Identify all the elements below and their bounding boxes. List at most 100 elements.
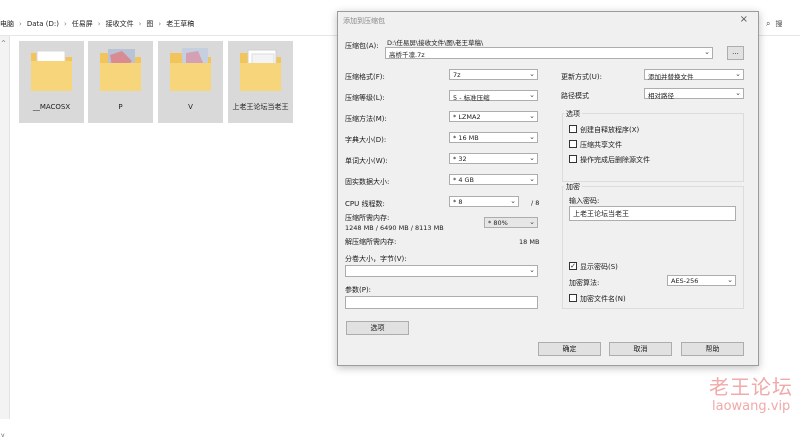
params-input[interactable] <box>345 296 538 309</box>
folder-item[interactable]: P <box>88 41 153 123</box>
chevron-down-icon[interactable]: ⌄ <box>529 154 535 162</box>
word-label: 单词大小(W): <box>345 157 388 165</box>
dict-select[interactable]: * 16 MB ⌄ <box>449 132 538 143</box>
chevron-down-icon[interactable]: ⌄ <box>529 91 535 99</box>
search-icon: ⌕ <box>766 19 771 28</box>
level-value: 5 - 标准压缩 <box>453 94 490 102</box>
cpu-max: / 8 <box>531 199 540 207</box>
solid-value: * 4 GB <box>453 176 475 184</box>
chevron-down-icon[interactable]: ⌄ <box>735 89 741 97</box>
chevron-down-icon[interactable]: ⌄ <box>727 276 733 284</box>
word-value: * 32 <box>453 155 467 163</box>
update-mode-select[interactable]: 添加并替换文件 ⌄ <box>644 69 744 81</box>
search-box[interactable]: ⌕ 搜 <box>766 19 782 29</box>
path-mode-select[interactable]: 相对路径 ⌄ <box>644 88 744 100</box>
password-value: 上老王论坛当老王 <box>573 210 629 218</box>
cancel-button[interactable]: 取消 <box>609 342 672 356</box>
format-select[interactable]: 7z ⌄ <box>449 69 538 80</box>
folder-item[interactable]: __MACOSX <box>19 41 84 123</box>
chevron-down-icon[interactable]: ⌄ <box>704 48 710 56</box>
chevron-down-icon[interactable]: ⌄ <box>735 70 741 78</box>
mem-percent-value: * 80% <box>488 219 508 227</box>
level-label: 压缩等级(L): <box>345 94 385 102</box>
shared-checkbox[interactable] <box>569 140 577 148</box>
chevron-down-icon[interactable]: ⌄ <box>529 266 535 274</box>
delete-source-label: 操作完成后删除源文件 <box>580 156 650 164</box>
options-group-title: 选项 <box>564 109 582 119</box>
folder-icon <box>240 49 281 91</box>
scroll-up-icon[interactable]: ^ <box>1 40 6 47</box>
params-label: 参数(P): <box>345 286 372 294</box>
watermark-url: laowang.vip <box>712 399 791 414</box>
breadcrumb-item[interactable]: Data (D:) <box>27 20 59 28</box>
decomp-label: 解压缩所需内存: <box>345 238 397 246</box>
breadcrumb-item[interactable]: 老王草稿 <box>166 19 194 29</box>
help-button[interactable]: 帮助 <box>681 342 744 356</box>
chevron-down-icon[interactable]: ⌄ <box>529 70 535 78</box>
cpu-select[interactable]: * 8 ⌄ <box>449 196 519 207</box>
chevron-right-icon: › <box>158 20 162 28</box>
ok-button[interactable]: 确定 <box>538 342 601 356</box>
search-placeholder: 搜 <box>775 20 783 28</box>
split-size-combo[interactable]: ⌄ <box>345 265 538 277</box>
password-input[interactable]: 上老王论坛当老王 <box>569 206 736 221</box>
encrypt-names-checkbox[interactable] <box>569 294 577 302</box>
dialog-title: 添加到压缩包 <box>343 17 385 25</box>
mem-detail: 1248 MB / 6490 MB / 8113 MB <box>345 224 444 232</box>
encryption-method-label: 加密算法: <box>569 279 600 287</box>
method-label: 压缩方法(M): <box>345 115 387 123</box>
word-select[interactable]: * 32 ⌄ <box>449 153 538 164</box>
chevron-right-icon: › <box>19 20 22 28</box>
archive-name-combo[interactable]: 高桥千凛.7z ⌄ <box>385 47 713 59</box>
sfx-checkbox[interactable] <box>569 125 577 133</box>
close-icon[interactable]: × <box>740 14 748 25</box>
options-button[interactable]: 选项 <box>346 321 409 335</box>
chevron-down-icon[interactable]: ⌄ <box>510 197 516 205</box>
format-label: 压缩格式(F): <box>345 73 385 81</box>
level-select[interactable]: 5 - 标准压缩 ⌄ <box>449 90 538 102</box>
browse-button[interactable]: ... <box>727 46 744 60</box>
format-value: 7z <box>453 71 461 79</box>
chevron-down-icon[interactable]: ⌄ <box>529 175 535 183</box>
delete-source-checkbox[interactable] <box>569 155 577 163</box>
nav-scrollbar[interactable]: ^ v <box>0 36 10 439</box>
method-select[interactable]: * LZMA2 ⌄ <box>449 111 538 122</box>
chevron-down-icon[interactable]: ⌄ <box>529 112 535 120</box>
encryption-method-value: AES-256 <box>671 277 699 285</box>
folder-icon <box>170 48 211 91</box>
breadcrumb: 电脑 › Data (D:) › 任易屏 › 接收文件 › 图 › 老王草稿 <box>0 19 194 29</box>
sfx-label: 创建自释放程序(X) <box>580 126 640 134</box>
breadcrumb-item[interactable]: 接收文件 <box>106 19 134 29</box>
add-to-archive-dialog: 添加到压缩包 × 压缩包(A): D:\任易屏\接收文件\图\老王草稿\ 高桥千… <box>337 11 759 366</box>
encrypt-names-label: 加密文件名(N) <box>580 295 626 303</box>
folder-name: P <box>118 103 123 111</box>
solid-select[interactable]: * 4 GB ⌄ <box>449 174 538 185</box>
folder-name: V <box>188 103 193 111</box>
cpu-value: * 8 <box>453 198 463 206</box>
folder-name: __MACOSX <box>32 103 71 111</box>
cpu-label: CPU 线程数: <box>345 200 385 208</box>
update-label: 更新方式(U): <box>561 73 602 81</box>
mem-label: 压缩所需内存: <box>345 214 390 222</box>
scroll-down-icon[interactable]: v <box>1 432 5 439</box>
shared-label: 压缩共享文件 <box>580 141 622 149</box>
path-mode-label: 路径模式 <box>561 92 589 100</box>
mem-percent-select[interactable]: * 80% ⌄ <box>484 217 538 228</box>
split-label: 分卷大小，字节(V): <box>345 255 407 263</box>
chevron-right-icon: › <box>63 20 67 28</box>
show-password-checkbox[interactable]: ✓ <box>569 262 577 270</box>
chevron-right-icon: › <box>97 20 101 28</box>
path-mode-value: 相对路径 <box>648 92 674 100</box>
breadcrumb-item[interactable]: 任易屏 <box>72 19 93 29</box>
breadcrumb-item[interactable]: 电脑 <box>0 19 14 29</box>
decomp-value: 18 MB <box>519 238 540 246</box>
chevron-down-icon[interactable]: ⌄ <box>529 218 535 226</box>
encryption-method-select[interactable]: AES-256 ⌄ <box>667 275 736 286</box>
archive-path-text: D:\任易屏\接收文件\图\老王草稿\ <box>387 39 484 47</box>
chevron-down-icon[interactable]: ⌄ <box>529 133 535 141</box>
folder-item[interactable]: V <box>158 41 223 123</box>
breadcrumb-item[interactable]: 图 <box>146 19 153 29</box>
folder-item[interactable]: 上老王论坛当老王 <box>228 41 293 123</box>
archive-label: 压缩包(A): <box>345 42 379 50</box>
method-value: * LZMA2 <box>453 113 481 121</box>
